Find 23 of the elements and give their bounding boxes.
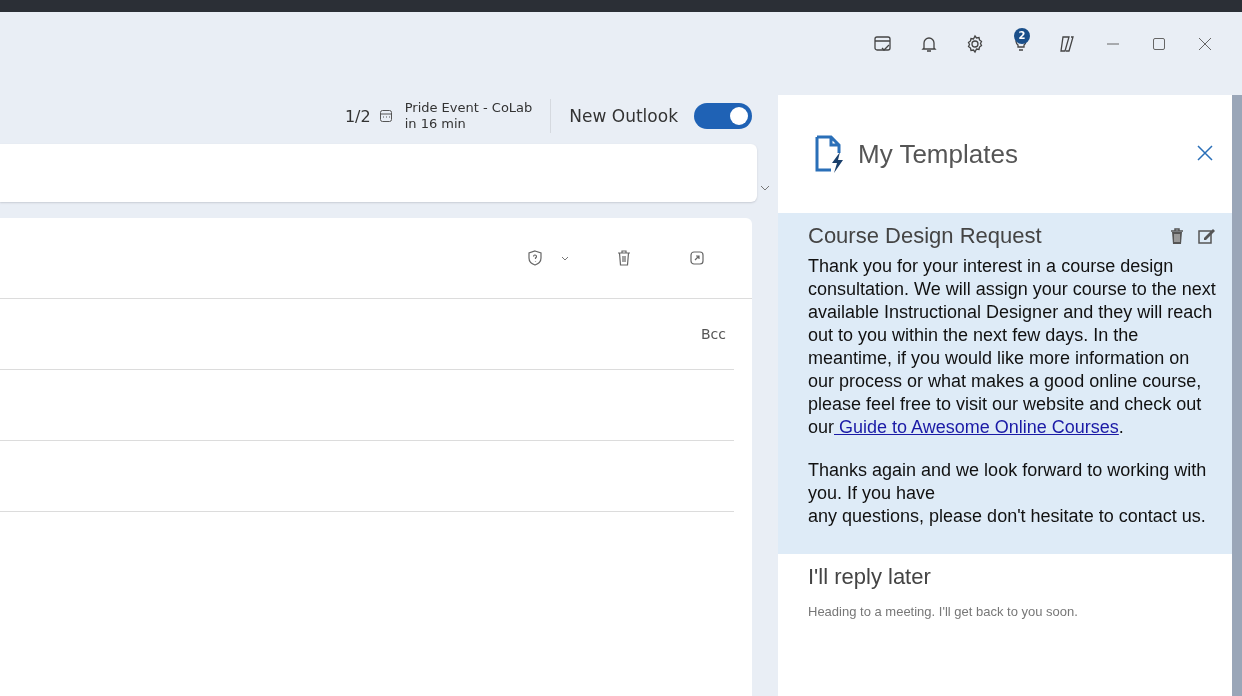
edit-icon[interactable]: [1198, 228, 1216, 244]
event-title[interactable]: Pride Event - CoLab: [404, 100, 533, 116]
new-outlook-toggle[interactable]: [694, 103, 752, 129]
template-title: I'll reply later: [808, 564, 932, 590]
template-text: Heading to a meeting. I'll get back to you soon.: [808, 604, 1079, 619]
trash-icon[interactable]: [615, 249, 633, 267]
template-title: Course Design Request: [808, 223, 1043, 249]
notification-badge: 2: [1014, 27, 1030, 44]
event-time: in 16 min: [404, 116, 467, 132]
pane-title: My Templates: [858, 138, 1019, 170]
to-field[interactable]: Bcc: [0, 299, 734, 370]
calendar-icon: [378, 109, 393, 123]
new-outlook-label: New Outlook: [569, 106, 678, 126]
template-item[interactable]: [778, 213, 1232, 554]
trash-icon[interactable]: [1170, 228, 1184, 244]
template-text: Thank you for your interest in a course design consultation. We will assign your course to the next available Instructional Designer and they will reach out to you within the next few days. In the meantime, if you would like more information on our process or what makes a good online course, please feel free to visit our website and check out our Guide to Awesome Online Courses.: [808, 255, 1216, 439]
guide-link[interactable]: Guide to Awesome Online Courses: [834, 417, 1119, 437]
pop-out-icon[interactable]: [688, 249, 706, 267]
shield-icon[interactable]: [526, 249, 544, 267]
template-text: Thanks again and we look forward to working with you. If you have any questions, please don't hesitate to contact us.: [808, 459, 1208, 528]
reminder-count: 1/2: [344, 106, 371, 126]
bcc-link[interactable]: Bcc: [701, 326, 726, 342]
template-item[interactable]: I'll reply later Heading to a meeting. I'll get back to you soon.: [778, 554, 1232, 639]
